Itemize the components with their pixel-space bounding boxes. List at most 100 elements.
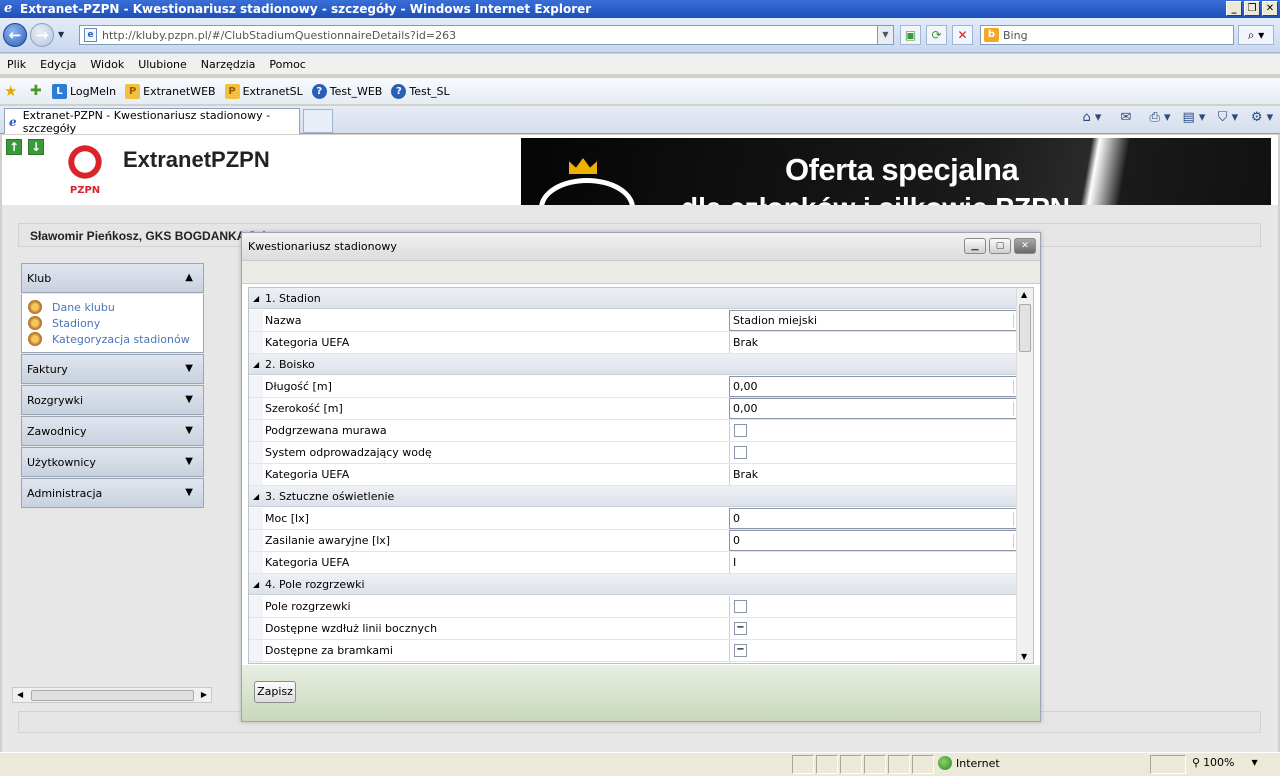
menu-edycja[interactable]: Edycja bbox=[33, 58, 83, 71]
favorite-test-web[interactable]: ? Test_WEB bbox=[311, 83, 382, 99]
collapse-triangle-icon[interactable]: ◢ bbox=[253, 360, 265, 369]
promo-banner[interactable]: Oferta specjalna dla członków i silkowie… bbox=[521, 138, 1271, 205]
security-zone[interactable]: Internet bbox=[938, 756, 1000, 770]
property-checkbox-cell[interactable] bbox=[729, 420, 1017, 441]
property-value-field[interactable]: 0,00 bbox=[729, 376, 1017, 397]
coins-icon bbox=[28, 332, 42, 346]
property-checkbox-cell[interactable] bbox=[729, 596, 1017, 617]
property-value-field[interactable]: Brak bbox=[729, 464, 1017, 485]
property-name: Kategoria UEFA bbox=[249, 464, 729, 485]
sidebar-section-administracja[interactable]: Administracja ▼ bbox=[21, 478, 204, 508]
property-checkbox[interactable] bbox=[734, 446, 747, 459]
property-checkbox-cell[interactable]: − bbox=[729, 640, 1017, 661]
address-input[interactable]: e http://kluby.pzpn.pl/#/ClubStadiumQues… bbox=[79, 25, 894, 45]
property-checkbox[interactable] bbox=[734, 424, 747, 437]
favorite-logmein[interactable]: L LogMeIn bbox=[52, 83, 116, 99]
property-checkbox[interactable]: − bbox=[734, 622, 747, 635]
menu-plik[interactable]: Plik bbox=[0, 58, 33, 71]
zoom-dropdown-icon: ▼ bbox=[1251, 758, 1258, 767]
dialog-close-button[interactable]: ✕ bbox=[1014, 238, 1036, 254]
sidebar-section-zawodnicy[interactable]: Zawodnicy ▼ bbox=[21, 416, 204, 446]
home-icon[interactable]: ⌂ ▾ bbox=[1078, 110, 1106, 125]
menu-ulubione[interactable]: Ulubione bbox=[131, 58, 194, 71]
dialog-minimize-button[interactable]: ▁ bbox=[964, 238, 986, 254]
menu-narzedzia[interactable]: Narzędzia bbox=[194, 58, 263, 71]
category-row[interactable]: ◢ 3. Sztuczne oświetlenie bbox=[249, 486, 1017, 507]
property-checkbox[interactable]: − bbox=[734, 644, 747, 657]
sidebar-section-uzytkownicy[interactable]: Użytkownicy ▼ bbox=[21, 447, 204, 477]
property-value-field[interactable]: Brak bbox=[729, 332, 1017, 353]
internet-globe-icon bbox=[938, 756, 952, 770]
back-button[interactable]: ← bbox=[3, 23, 27, 47]
property-grid-scrollbar[interactable]: ▲ ▼ bbox=[1016, 288, 1033, 663]
dialog-title-bar[interactable]: Kwestionariusz stadionowy ▁ ▢ ✕ bbox=[242, 233, 1040, 261]
property-checkbox[interactable] bbox=[734, 600, 747, 613]
dialog-maximize-button[interactable]: ▢ bbox=[989, 238, 1011, 254]
scroll-up-icon[interactable]: ▲ bbox=[1021, 290, 1027, 299]
scroll-thumb[interactable] bbox=[1019, 304, 1031, 352]
tab-bar: e Extranet-PZPN - Kwestionariusz stadion… bbox=[0, 106, 1280, 135]
tab-extranet[interactable]: e Extranet-PZPN - Kwestionariusz stadion… bbox=[4, 108, 300, 135]
scroll-right-icon[interactable]: ▶ bbox=[201, 690, 207, 699]
category-row[interactable]: ◢ 1. Stadion bbox=[249, 288, 1017, 309]
add-favorite-icon[interactable]: ✚ bbox=[30, 83, 46, 99]
property-value: 0,00 bbox=[733, 402, 758, 415]
sidebar-horizontal-scrollbar[interactable]: ◀ ▶ bbox=[12, 687, 212, 703]
new-tab-button[interactable] bbox=[303, 109, 333, 133]
collapse-triangle-icon[interactable]: ◢ bbox=[253, 492, 265, 501]
category-row[interactable]: ◢ 2. Boisko bbox=[249, 354, 1017, 375]
stop-icon[interactable]: ✕ bbox=[952, 25, 973, 45]
sidebar-item-kategoryzacja[interactable]: Kategoryzacja stadionów bbox=[28, 331, 203, 347]
search-button[interactable]: ⌕ ▾ bbox=[1238, 25, 1274, 45]
forward-button[interactable]: → bbox=[30, 23, 54, 47]
property-value-field[interactable]: 0 bbox=[729, 508, 1017, 529]
favorite-extranetsl[interactable]: P ExtranetSL bbox=[224, 83, 303, 99]
tools-gear-icon[interactable]: ⚙ ▾ bbox=[1248, 110, 1276, 125]
zoom-control[interactable]: ⚲ 100% ▼ bbox=[1192, 756, 1258, 769]
property-name: Podgrzewana murawa bbox=[249, 420, 729, 441]
property-checkbox-cell[interactable] bbox=[729, 442, 1017, 463]
menu-pomoc[interactable]: Pomoc bbox=[262, 58, 312, 71]
save-button[interactable]: Zapisz bbox=[254, 681, 296, 703]
arrow-down-icon[interactable]: ↓ bbox=[28, 139, 44, 155]
sidebar-section-faktury[interactable]: Faktury ▼ bbox=[21, 354, 204, 384]
scroll-thumb[interactable] bbox=[31, 690, 194, 701]
safety-icon[interactable]: ⛉ ▾ bbox=[1214, 110, 1242, 125]
print-icon[interactable]: ⎙ ▾ bbox=[1146, 110, 1174, 125]
protected-mode-segment[interactable] bbox=[1150, 755, 1186, 774]
category-row[interactable]: ◢ 4. Pole rozgrzewki bbox=[249, 574, 1017, 595]
property-value-field[interactable]: 0,00 bbox=[729, 398, 1017, 419]
favorites-star-icon[interactable]: ★ bbox=[4, 83, 20, 99]
property-checkbox-cell[interactable]: − bbox=[729, 618, 1017, 639]
favorite-extranetweb[interactable]: P ExtranetWEB bbox=[125, 83, 216, 99]
tab-label: Extranet-PZPN - Kwestionariusz stadionow… bbox=[22, 108, 271, 135]
sidebar-section-klub[interactable]: Klub ▲ bbox=[21, 263, 204, 293]
arrow-up-icon[interactable]: ↑ bbox=[6, 139, 22, 155]
history-dropdown-icon[interactable]: ▼ bbox=[58, 30, 64, 39]
refresh-icon[interactable]: ⟳ bbox=[926, 25, 947, 45]
address-dropdown-icon[interactable]: ▼ bbox=[877, 26, 893, 44]
property-value-field[interactable]: I bbox=[729, 552, 1017, 573]
property-value-field[interactable]: Stadion miejski bbox=[729, 310, 1017, 331]
sidebar-section-rozgrywki[interactable]: Rozgrywki ▼ bbox=[21, 385, 204, 415]
maximize-button[interactable]: ❐ bbox=[1244, 1, 1260, 16]
property-name: System odprowadzający wodę bbox=[249, 442, 729, 463]
close-window-button[interactable]: ✕ bbox=[1262, 1, 1278, 16]
property-value-field[interactable]: Brak bbox=[729, 662, 1017, 663]
property-value-field[interactable]: 0 bbox=[729, 530, 1017, 551]
sidebar-item-stadiony[interactable]: Stadiony bbox=[28, 315, 203, 331]
scroll-left-icon[interactable]: ◀ bbox=[17, 690, 23, 699]
scroll-down-icon[interactable]: ▼ bbox=[1021, 652, 1027, 661]
page-menu-icon[interactable]: ▤ ▾ bbox=[1180, 110, 1208, 125]
favorite-test-sl[interactable]: ? Test_SL bbox=[391, 83, 450, 99]
collapse-triangle-icon[interactable]: ◢ bbox=[253, 580, 265, 589]
collapse-triangle-icon[interactable]: ◢ bbox=[253, 294, 265, 303]
minimize-button[interactable]: _ bbox=[1226, 1, 1242, 16]
menu-widok[interactable]: Widok bbox=[83, 58, 131, 71]
property-row: Szerokość [m] 0,00 bbox=[249, 398, 1017, 420]
search-input[interactable]: b Bing bbox=[980, 25, 1234, 45]
sidebar-item-dane-klubu[interactable]: Dane klubu bbox=[28, 299, 203, 315]
feeds-icon[interactable]: ✉ bbox=[1112, 110, 1140, 125]
compatibility-view-icon[interactable]: ▣ bbox=[900, 25, 921, 45]
property-row: Moc [lx] 0 bbox=[249, 508, 1017, 530]
